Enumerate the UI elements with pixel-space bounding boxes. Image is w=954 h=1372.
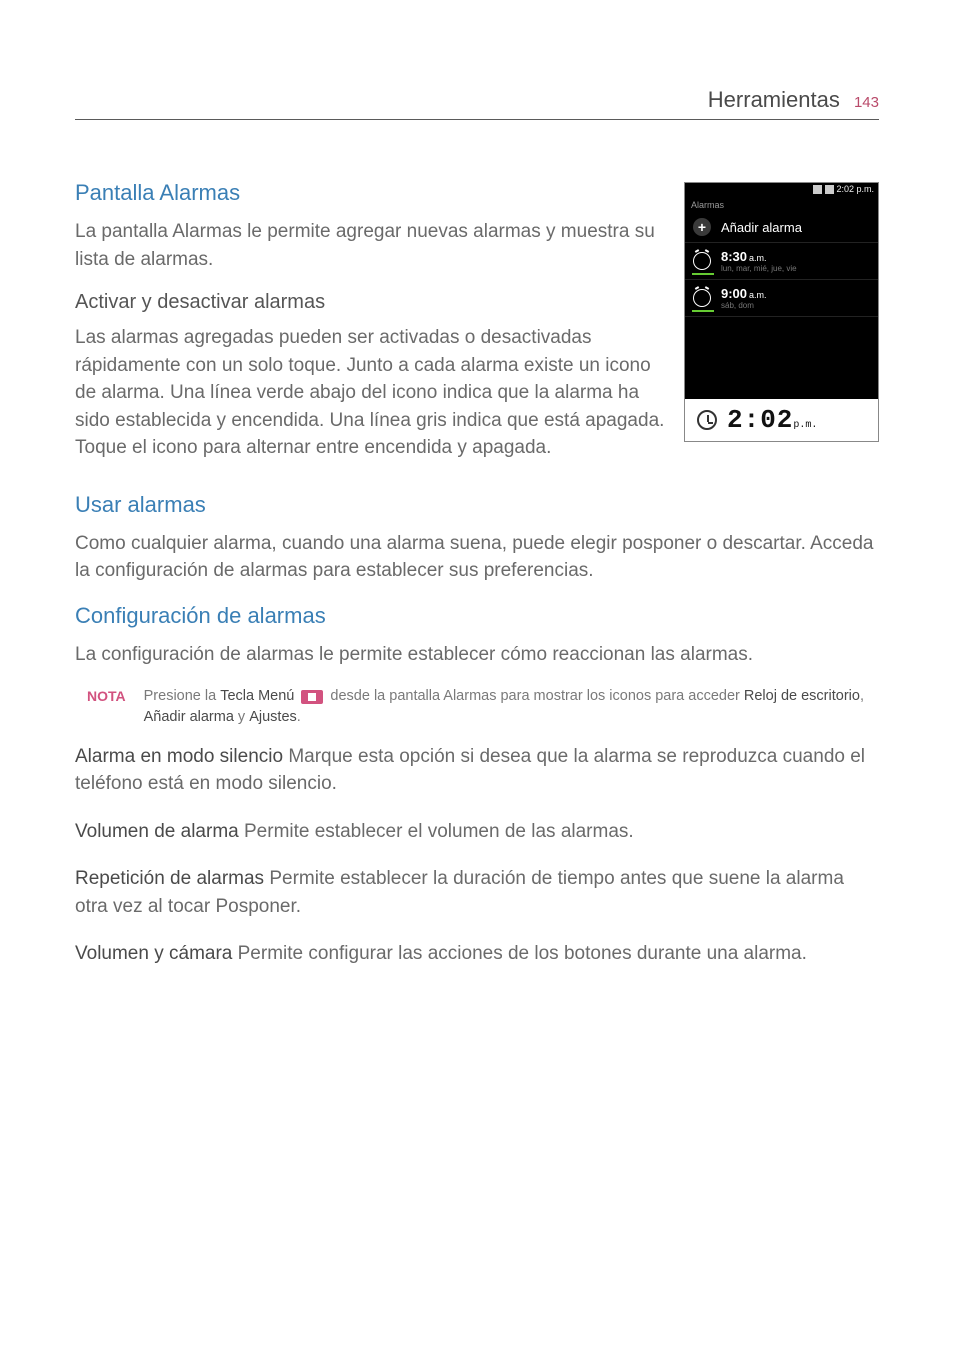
alarm-2-time: 9:00a.m.	[721, 286, 767, 301]
header-title: Herramientas	[708, 87, 840, 112]
option-silencio-lead: Alarma en modo silencio	[75, 746, 283, 767]
signal-icon	[813, 185, 822, 194]
page-number: 143	[854, 94, 879, 111]
option-volumen-rest: Permite establecer el volumen de las ala…	[239, 821, 634, 842]
note-label: NOTA	[87, 686, 126, 728]
option-repeticion-lead: Repetición de alarmas	[75, 868, 264, 889]
header-title-wrap: Herramientas 143	[708, 87, 879, 113]
alarm-2-hhmm: 9:00	[721, 286, 747, 301]
alarm-1-days: lun, mar, mié, jue, vie	[721, 264, 797, 273]
note-sep1: ,	[860, 688, 864, 704]
note-dot: .	[297, 709, 301, 725]
note-bold-1: Reloj de escritorio	[744, 688, 860, 704]
note-text: Presione la Tecla Menú desde la pantalla…	[144, 686, 879, 728]
option-repeticion: Repetición de alarmas Permite establecer…	[75, 865, 879, 920]
paragraph-config: La configuración de alarmas le permite e…	[75, 641, 879, 669]
phone-status-bar: 2:02 p.m.	[685, 183, 878, 198]
status-time: 2:02 p.m.	[836, 184, 874, 194]
page-header: Herramientas 143	[75, 60, 879, 120]
option-silencio: Alarma en modo silencio Marque esta opci…	[75, 743, 879, 798]
alarm-1-hhmm: 8:30	[721, 249, 747, 264]
note-pre: Presione la	[144, 688, 221, 704]
clock-footer: 2:02p.m.	[685, 399, 878, 441]
menu-key-icon	[301, 690, 323, 704]
alarm-clock-icon	[693, 289, 711, 307]
option-volumen-lead: Volumen de alarma	[75, 821, 239, 842]
option-volumen: Volumen de alarma Permite establecer el …	[75, 818, 879, 846]
note-post1: desde la pantalla Alarmas para mostrar l…	[326, 688, 744, 704]
footer-pm: p.m.	[793, 420, 817, 431]
alarms-screenshot: 2:02 p.m. Alarmas + Añadir alarma 8:30a.…	[684, 182, 879, 442]
note-tecla-menu: Tecla Menú	[220, 688, 294, 704]
note-bold-3: Ajustes	[249, 709, 297, 725]
add-alarm-row[interactable]: + Añadir alarma	[685, 212, 878, 243]
footer-hhmm: 2:02	[727, 405, 793, 435]
footer-time: 2:02p.m.	[727, 405, 817, 435]
option-volcam-rest: Permite configurar las acciones de los b…	[232, 943, 807, 964]
clock-icon	[697, 410, 717, 430]
add-alarm-label: Añadir alarma	[721, 220, 802, 235]
option-volcam-lead: Volumen y cámara	[75, 943, 232, 964]
alarm-row-1[interactable]: 8:30a.m. lun, mar, mié, jue, vie	[685, 243, 878, 280]
section-title-usar-alarmas: Usar alarmas	[75, 492, 879, 518]
alarm-row-2[interactable]: 9:00a.m. sáb, dom	[685, 280, 878, 317]
screen-tab-label: Alarmas	[685, 198, 878, 212]
alarm-1-ampm: a.m.	[749, 253, 767, 263]
paragraph-usar-alarmas: Como cualquier alarma, cuando una alarma…	[75, 530, 879, 585]
note-sep2: y	[234, 709, 249, 725]
option-volcam: Volumen y cámara Permite configurar las …	[75, 940, 879, 968]
alarm-1-time: 8:30a.m.	[721, 249, 797, 264]
alarm-2-days: sáb, dom	[721, 301, 767, 310]
alarm-2-ampm: a.m.	[749, 290, 767, 300]
battery-icon	[825, 185, 834, 194]
note-block: NOTA Presione la Tecla Menú desde la pan…	[87, 686, 879, 728]
plus-icon: +	[693, 218, 711, 236]
note-bold-2: Añadir alarma	[144, 709, 234, 725]
section-title-config: Configuración de alarmas	[75, 603, 879, 629]
alarm-clock-icon	[693, 252, 711, 270]
